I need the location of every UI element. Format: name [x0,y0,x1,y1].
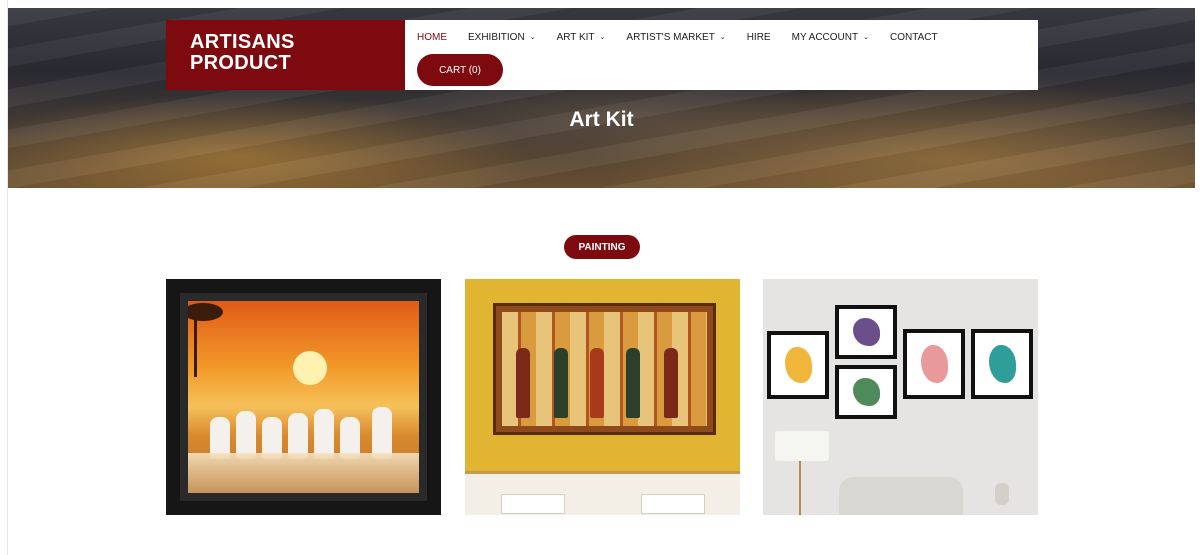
vase-shape [995,483,1009,505]
figure-shape [554,348,568,418]
product-image [180,293,427,501]
nav-label-exhibition: EXHIBITION [468,32,525,43]
horse-shape [372,407,392,459]
site-header: ARTISANS PRODUCT HOME EXHIBITION ⌄ ART K… [166,20,1038,90]
product-card-egyptian-painting[interactable] [465,279,740,515]
chevron-down-icon: ⌄ [863,33,869,41]
product-card-horses-painting[interactable] [166,279,441,515]
main-nav: HOME EXHIBITION ⌄ ART KIT ⌄ ARTIST'S MAR… [417,32,959,43]
figure-shape [516,348,530,418]
horse-shape [236,411,256,459]
chevron-down-icon: ⌄ [719,33,726,41]
nav-item-home[interactable]: HOME [417,32,447,43]
nav-label-art-kit: ART KIT [556,32,595,43]
figure-shape [626,348,640,418]
nav-label-contact: CONTACT [889,32,938,43]
armchair-shape [839,477,963,515]
dust-cloud-shape [188,453,419,493]
brand-line-2: PRODUCT [190,52,291,74]
brand-logo[interactable]: ARTISANS PRODUCT [166,20,405,90]
chevron-down-icon: ⌄ [599,33,606,41]
horses-painting-image [188,301,419,493]
horse-shape [314,409,334,459]
nav-item-my-account[interactable]: MY ACCOUNT ⌄ [792,32,869,43]
lamp-shape [775,431,829,461]
egyptian-painting-image [493,303,716,435]
page-left-edge [0,0,8,555]
nav-item-art-kit[interactable]: ART KIT ⌄ [557,32,606,43]
nav-item-hire[interactable]: HIRE [747,32,771,43]
picture-frame [903,329,965,399]
nav-label-hire: HIRE [746,32,771,43]
product-card-gallery-wall[interactable] [763,279,1038,515]
sun-shape [293,351,327,385]
figure-shape [590,348,604,418]
nav-label-artists-market: ARTIST'S MARKET [626,32,715,43]
picture-frame [835,305,897,359]
nav-item-artists-market[interactable]: ARTIST'S MARKET ⌄ [626,32,725,43]
lamp-stand-shape [799,461,801,515]
drawer-shape [641,494,705,514]
mural-background [502,312,707,426]
page-title: Art Kit [569,108,634,131]
chevron-down-icon: ⌄ [529,33,536,41]
picture-frame [835,365,897,419]
cart-button[interactable]: CART (0) [417,54,503,86]
nav-label-my-account: MY ACCOUNT [791,32,859,43]
nav-label-home: HOME [417,32,447,43]
picture-frame [767,331,829,399]
tv-console-shape [465,471,740,515]
nav-item-exhibition[interactable]: EXHIBITION ⌄ [468,32,536,43]
category-badge-painting[interactable]: PAINTING [564,235,640,259]
brand-line-1: ARTISANS [190,31,295,53]
nav-item-contact[interactable]: CONTACT [890,32,938,43]
picture-frame [971,329,1033,399]
nav-panel: HOME EXHIBITION ⌄ ART KIT ⌄ ARTIST'S MAR… [405,20,1038,90]
figure-shape [664,348,678,418]
palm-tree-shape [188,303,230,377]
drawer-shape [501,494,565,514]
